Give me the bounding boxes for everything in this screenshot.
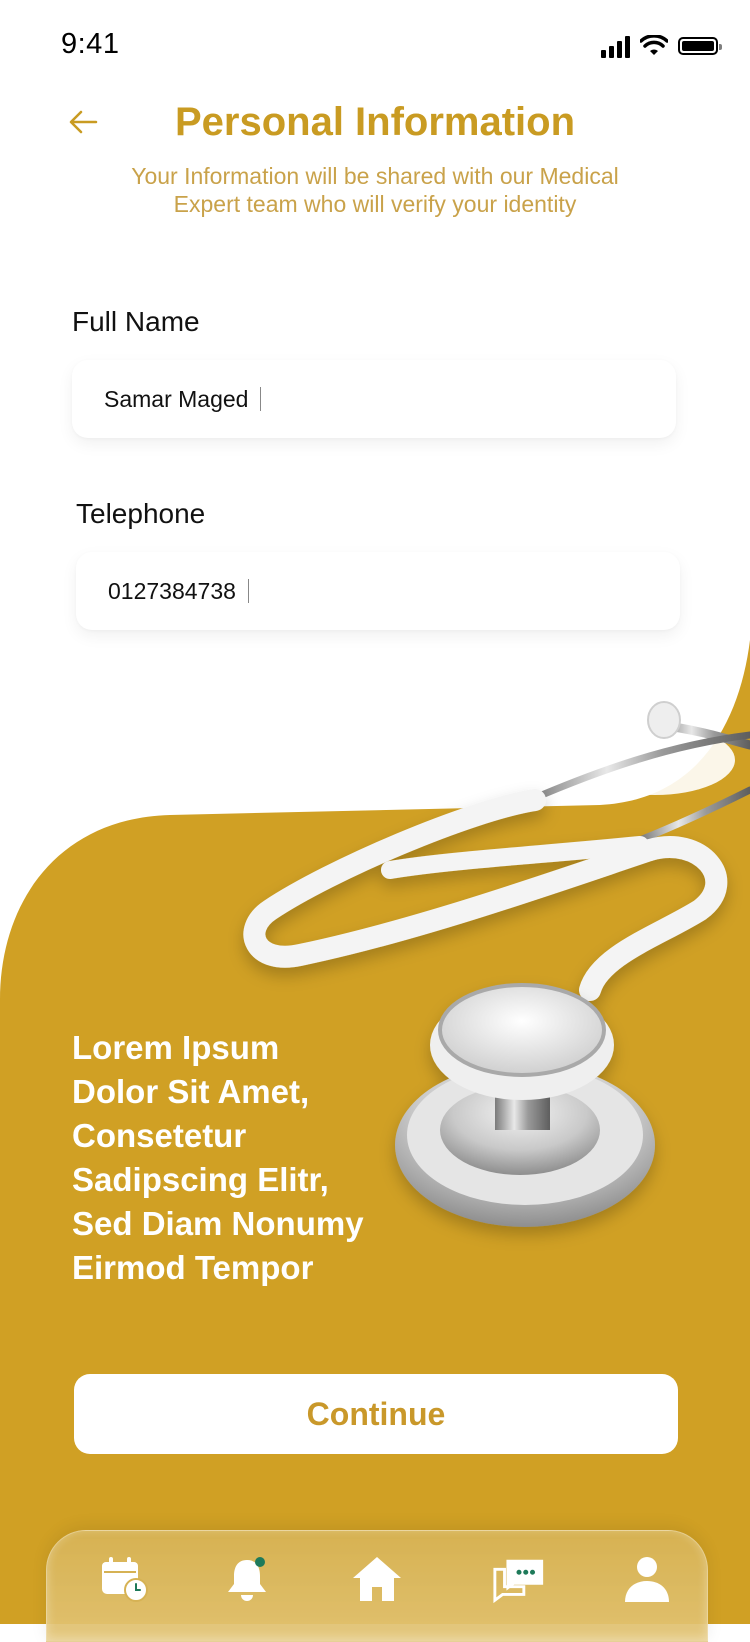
battery-icon bbox=[678, 37, 722, 55]
wifi-icon bbox=[640, 35, 668, 55]
page-title: Personal Information bbox=[174, 100, 576, 144]
home-icon bbox=[353, 1557, 401, 1601]
calendar-clock-icon bbox=[102, 1557, 148, 1602]
bell-icon bbox=[228, 1557, 266, 1601]
notification-badge bbox=[255, 1557, 265, 1567]
continue-button[interactable]: Continue bbox=[74, 1374, 678, 1454]
cellular-signal-icon bbox=[601, 34, 630, 58]
nav-item-home[interactable] bbox=[349, 1551, 405, 1607]
page-subtitle: Your Information will be shared with our… bbox=[131, 163, 619, 217]
nav-item-notifications[interactable] bbox=[219, 1551, 275, 1607]
full-name-value: Samar Maged bbox=[104, 385, 249, 412]
text-caret bbox=[260, 387, 262, 411]
status-icons bbox=[601, 34, 722, 58]
full-name-label: Full Name bbox=[72, 306, 200, 337]
nav-item-appointments[interactable] bbox=[97, 1551, 153, 1607]
telephone-value: 0127384738 bbox=[108, 577, 236, 604]
nav-item-messages[interactable] bbox=[491, 1551, 547, 1607]
bottom-navigation bbox=[46, 1530, 708, 1642]
promo-text: Lorem Ipsum Dolor Sit Amet, Consetetur S… bbox=[72, 1029, 364, 1286]
status-time: 9:41 bbox=[61, 28, 120, 60]
user-icon bbox=[625, 1557, 669, 1602]
telephone-label: Telephone bbox=[76, 498, 206, 529]
telephone-field[interactable]: 0127384738 bbox=[76, 552, 680, 630]
text-caret bbox=[247, 579, 249, 603]
nav-item-profile[interactable] bbox=[619, 1551, 675, 1607]
chat-icon bbox=[493, 1559, 544, 1603]
full-name-field[interactable]: Samar Maged bbox=[72, 360, 676, 438]
